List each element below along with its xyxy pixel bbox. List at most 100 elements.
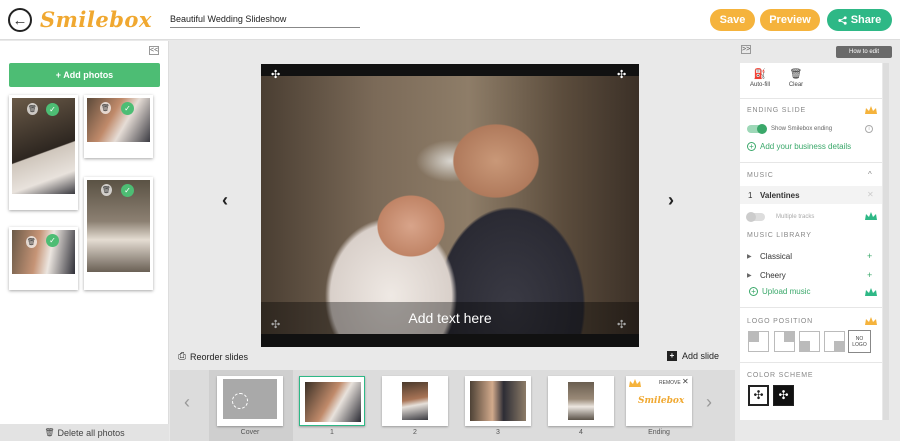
photo-thumbnail[interactable]: 🗑 ✓ <box>9 95 78 210</box>
slide-image <box>402 382 428 420</box>
how-to-edit-button[interactable]: How to edit <box>836 46 892 58</box>
trash-icon[interactable]: 🗑 <box>27 103 38 115</box>
slide-photo[interactable] <box>261 76 639 334</box>
crown-icon <box>629 379 641 387</box>
check-icon: ✓ <box>121 184 134 197</box>
chevron-up-icon[interactable]: ^ <box>868 170 872 179</box>
autofill-button[interactable]: ⛽ Auto-fill <box>747 69 773 88</box>
delete-all-photos-button[interactable]: 🗑 Delete all photos <box>0 424 169 441</box>
check-icon: ✓ <box>46 103 59 116</box>
info-icon[interactable]: i <box>865 125 873 133</box>
close-icon[interactable]: ✕ <box>867 190 874 199</box>
photo-thumbnail[interactable]: 🗑 ✓ <box>84 95 153 158</box>
slide-image <box>470 381 526 421</box>
trash-icon[interactable]: 🗑 <box>100 102 111 114</box>
color-scheme-option-light[interactable]: ✣ <box>748 385 769 406</box>
multiple-tracks-label: Multiple tracks <box>776 214 815 220</box>
photo-image <box>87 180 150 272</box>
photo-thumbnail[interactable]: 🗑 ✓ <box>84 177 153 290</box>
brand-logo: Smilebox <box>40 7 152 32</box>
reorder-label: Reorder slides <box>190 351 249 362</box>
filmstrip-right-arrow[interactable]: › <box>706 392 712 413</box>
plus-circle-icon: + <box>747 142 756 151</box>
settings-content: ⛽ Auto-fill 🗑 Clear ENDING SLIDE Show Sm… <box>740 63 882 420</box>
share-label: Share <box>850 14 882 26</box>
upload-music-link[interactable]: + Upload music <box>749 287 810 296</box>
logo-option-bottom-left[interactable] <box>799 331 820 352</box>
photo-image <box>12 230 75 274</box>
music-track-row[interactable]: 1 Valentines ✕ <box>740 186 882 204</box>
photos-panel: << + Add photos 🗑 ✓ 🗑 ✓ 🗑 ✓ 🗑 ✓ <box>0 41 169 441</box>
slide-thumb-4[interactable] <box>548 376 614 426</box>
share-button[interactable]: Share <box>827 9 892 31</box>
show-ending-label: Show Smilebox ending <box>771 126 833 132</box>
slide-thumb-2[interactable] <box>382 376 448 426</box>
expand-panel-icon[interactable]: >> <box>741 45 751 54</box>
trash-icon[interactable]: 🗑 <box>26 236 37 248</box>
slide-thumb-3[interactable] <box>465 376 531 426</box>
add-icon[interactable]: + <box>867 251 872 261</box>
add-photos-button[interactable]: + Add photos <box>9 63 160 87</box>
photo-image <box>12 98 75 194</box>
collapse-panel-icon[interactable]: << <box>149 46 159 55</box>
next-slide-arrow[interactable]: › <box>668 190 674 211</box>
save-button[interactable]: Save <box>710 9 755 31</box>
logo-option-none[interactable]: NO LOGO <box>848 330 871 353</box>
delete-all-label: Delete all photos <box>57 427 125 438</box>
reorder-slides-button[interactable]: ⎙ Reorder slides <box>178 351 248 362</box>
multiple-tracks-toggle[interactable] <box>746 212 765 222</box>
divider <box>740 362 882 363</box>
library-item[interactable]: ▶ Cheery + <box>747 270 875 283</box>
crown-icon <box>865 288 877 296</box>
slide-label: 4 <box>579 429 583 436</box>
trash-icon: 🗑 <box>789 69 803 80</box>
toggle-knob <box>746 212 756 222</box>
play-icon: ▶ <box>747 254 752 260</box>
logo-option-bottom-right[interactable] <box>824 331 845 352</box>
track-number: 1 <box>748 191 753 200</box>
crown-icon <box>865 212 877 220</box>
cover-emblem-icon <box>232 393 248 409</box>
slide-label: Cover <box>240 429 260 436</box>
close-icon[interactable]: ✕ <box>682 377 689 386</box>
logo-option-top-right[interactable] <box>774 331 795 352</box>
remove-ending-button[interactable]: REMOVE <box>659 380 681 386</box>
clear-button[interactable]: 🗑 Clear <box>786 69 806 88</box>
plus-circle-icon: + <box>749 287 758 296</box>
preview-button[interactable]: Preview <box>760 9 820 31</box>
settings-panel: >> How to edit ⛽ Auto-fill 🗑 Clear ENDIN… <box>740 41 900 441</box>
library-item[interactable]: ▶ Classical + <box>747 251 875 264</box>
panel-scrollbar[interactable] <box>883 63 889 420</box>
corner-ornament-icon: ✣ <box>271 69 281 81</box>
back-arrow-icon[interactable]: ← <box>8 8 32 32</box>
show-ending-toggle[interactable] <box>747 124 767 134</box>
music-library-heading: MUSIC LIBRARY <box>747 232 812 239</box>
trash-icon[interactable]: 🗑 <box>101 184 112 196</box>
add-business-details-link[interactable]: + Add your business details <box>747 142 851 151</box>
check-icon: ✓ <box>121 102 134 115</box>
crown-icon <box>865 106 877 114</box>
divider <box>740 162 882 163</box>
cover-slide-thumb[interactable] <box>217 376 283 426</box>
ending-slide-thumb[interactable]: REMOVE ✕ Smilebox <box>626 376 692 426</box>
slide-image <box>568 382 594 420</box>
logo-marker <box>800 341 810 351</box>
color-scheme-option-dark[interactable]: ✣ <box>773 385 794 406</box>
previous-slide-arrow[interactable]: ‹ <box>222 190 228 211</box>
slide-thumb-1[interactable] <box>299 376 365 426</box>
filmstrip-left-arrow[interactable]: ‹ <box>184 392 190 413</box>
project-title-input[interactable] <box>170 10 360 28</box>
color-scheme-heading: COLOR SCHEME <box>747 372 814 379</box>
logo-option-top-left[interactable] <box>748 331 769 352</box>
reorder-icon: ⎙ <box>178 351 186 362</box>
trash-icon: 🗑 <box>44 428 55 437</box>
library-item-label: Cheery <box>760 271 786 280</box>
add-slide-icon: + <box>667 351 677 361</box>
add-icon[interactable]: + <box>867 270 872 280</box>
slide-caption[interactable]: Add text here <box>261 302 639 334</box>
logo-marker <box>784 332 794 342</box>
add-slide-label: Add slide <box>682 351 720 361</box>
slide-canvas[interactable]: ✣ ✣ ✣ ✣ Add text here <box>261 64 639 347</box>
add-slide-button[interactable]: + Add slide <box>667 351 719 361</box>
photo-thumbnail[interactable]: 🗑 ✓ <box>9 227 78 290</box>
